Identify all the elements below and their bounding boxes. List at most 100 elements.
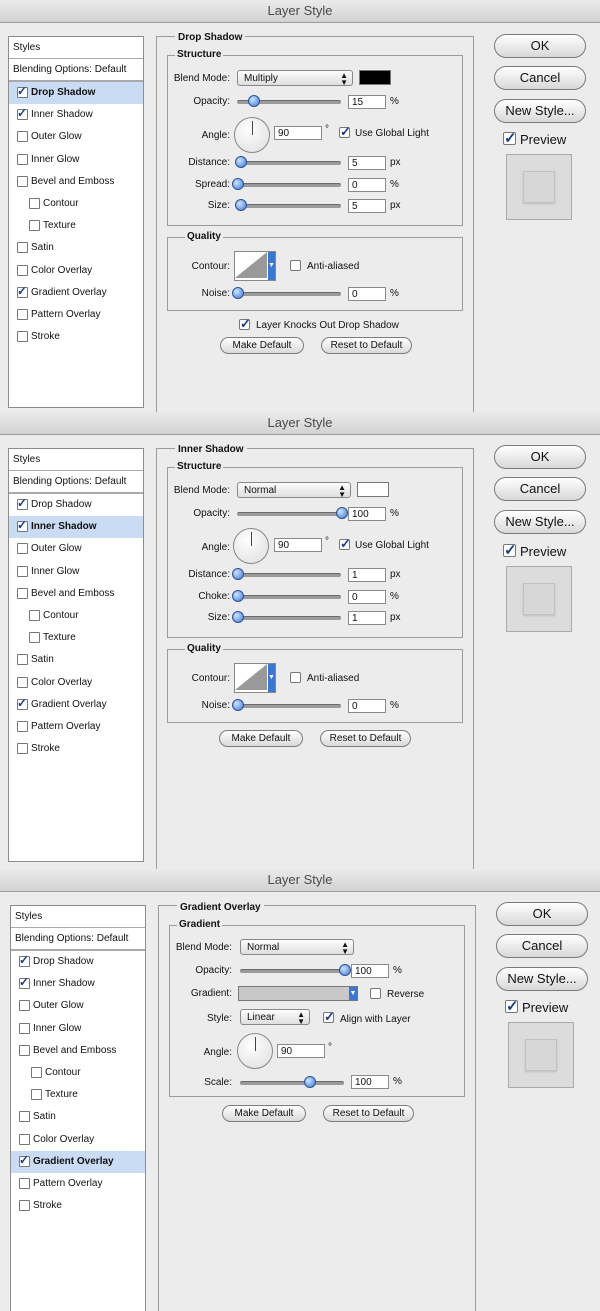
style-item-gradient-overlay[interactable]: ✓ Gradient Overlay bbox=[11, 1150, 145, 1173]
opacity-field[interactable]: 100 bbox=[348, 507, 386, 521]
distance-slider[interactable] bbox=[237, 573, 341, 577]
style-item-color-overlay[interactable]: Color Overlay bbox=[9, 672, 143, 694]
reset-to-default-button[interactable]: Reset to Default bbox=[320, 730, 411, 747]
new-style-button[interactable]: New Style... bbox=[494, 510, 586, 534]
ok-button[interactable]: OK bbox=[496, 902, 588, 926]
style-item-checkbox[interactable] bbox=[31, 1089, 42, 1101]
gradient-picker[interactable]: ▼ bbox=[238, 986, 358, 1001]
style-item-pattern-overlay[interactable]: Pattern Overlay bbox=[9, 716, 143, 738]
style-item-checkbox[interactable] bbox=[19, 1177, 30, 1189]
distance-slider-thumb[interactable] bbox=[235, 156, 248, 168]
cancel-button[interactable]: Cancel bbox=[494, 477, 586, 501]
style-item-checkbox[interactable] bbox=[19, 1044, 30, 1056]
distance-field[interactable]: 1 bbox=[348, 568, 386, 582]
noise-field[interactable]: 0 bbox=[348, 699, 386, 713]
spread-slider[interactable] bbox=[237, 183, 341, 187]
style-item-checkbox[interactable] bbox=[17, 543, 28, 555]
style-item-pattern-overlay[interactable]: Pattern Overlay bbox=[9, 304, 143, 326]
style-item-outer-glow[interactable]: Outer Glow bbox=[11, 995, 145, 1017]
style-item-checkbox[interactable] bbox=[17, 676, 28, 688]
styles-header[interactable]: Styles bbox=[9, 449, 143, 471]
align-with-layer-checkbox[interactable]: ✓ bbox=[323, 1009, 335, 1024]
ok-button[interactable]: OK bbox=[494, 34, 586, 58]
style-item-drop-shadow[interactable]: ✓ Drop Shadow bbox=[9, 82, 143, 105]
style-item-bevel-and-emboss[interactable]: Bevel and Emboss bbox=[11, 1040, 145, 1062]
gradient-dropdown-icon[interactable]: ▼ bbox=[349, 987, 357, 1000]
style-item-checkbox[interactable] bbox=[19, 1000, 30, 1012]
opacity-field[interactable]: 15 bbox=[348, 95, 386, 109]
style-item-stroke[interactable]: Stroke bbox=[9, 738, 143, 760]
reset-to-default-button[interactable]: Reset to Default bbox=[321, 337, 412, 354]
style-item-checkbox[interactable] bbox=[17, 565, 28, 577]
scale-slider[interactable] bbox=[240, 1081, 344, 1085]
style-item-pattern-overlay[interactable]: Pattern Overlay bbox=[11, 1173, 145, 1195]
shadow-color-swatch[interactable] bbox=[359, 70, 391, 85]
style-item-checkbox[interactable] bbox=[17, 331, 28, 343]
opacity-slider-thumb[interactable] bbox=[247, 95, 260, 107]
style-item-checkbox[interactable] bbox=[17, 720, 28, 732]
use-global-light-checkbox[interactable]: ✓ bbox=[339, 536, 351, 551]
size-field[interactable]: 1 bbox=[348, 611, 386, 625]
distance-slider[interactable] bbox=[237, 161, 341, 165]
blending-options-item[interactable]: Blending Options: Default bbox=[9, 59, 143, 82]
style-item-checkbox[interactable] bbox=[29, 609, 40, 621]
style-item-satin[interactable]: Satin bbox=[11, 1106, 145, 1128]
style-item-outer-glow[interactable]: Outer Glow bbox=[9, 126, 143, 148]
blend-mode-select[interactable]: Normal ▲ ▼ bbox=[237, 482, 351, 499]
choke-slider-thumb[interactable] bbox=[232, 590, 244, 602]
style-item-drop-shadow[interactable]: ✓ Drop Shadow bbox=[9, 494, 143, 516]
spread-slider-thumb[interactable] bbox=[232, 178, 244, 190]
size-slider[interactable] bbox=[237, 204, 341, 208]
anti-aliased-checkbox[interactable] bbox=[290, 260, 301, 271]
style-item-outer-glow[interactable]: Outer Glow bbox=[9, 538, 143, 560]
style-item-stroke[interactable]: Stroke bbox=[9, 326, 143, 348]
style-item-texture[interactable]: Texture bbox=[11, 1084, 145, 1106]
opacity-slider-thumb[interactable] bbox=[336, 507, 348, 519]
blending-options-item[interactable]: Blending Options: Default bbox=[11, 928, 145, 951]
angle-field[interactable]: 90 bbox=[277, 1044, 325, 1058]
make-default-button[interactable]: Make Default bbox=[220, 337, 304, 354]
distance-slider-thumb[interactable] bbox=[232, 568, 244, 580]
style-item-checkbox[interactable] bbox=[17, 131, 28, 143]
make-default-button[interactable]: Make Default bbox=[219, 730, 303, 747]
style-item-checkbox[interactable] bbox=[19, 1111, 30, 1123]
opacity-field[interactable]: 100 bbox=[351, 964, 389, 978]
angle-dial[interactable] bbox=[237, 1033, 273, 1069]
style-item-checkbox[interactable] bbox=[19, 1133, 30, 1145]
style-item-drop-shadow[interactable]: ✓ Drop Shadow bbox=[11, 951, 145, 973]
choke-field[interactable]: 0 bbox=[348, 590, 386, 604]
angle-field[interactable]: 90 bbox=[274, 126, 322, 140]
style-item-gradient-overlay[interactable]: ✓ Gradient Overlay bbox=[9, 282, 143, 304]
style-item-color-overlay[interactable]: Color Overlay bbox=[11, 1129, 145, 1151]
style-item-checkbox[interactable] bbox=[29, 632, 40, 644]
style-item-inner-shadow[interactable]: ✓ Inner Shadow bbox=[9, 104, 143, 126]
blend-mode-select[interactable]: Multiply ▲ ▼ bbox=[237, 70, 353, 87]
style-item-checkbox[interactable] bbox=[31, 1066, 42, 1078]
use-global-light-checkbox[interactable]: ✓ bbox=[339, 124, 351, 139]
style-select[interactable]: Linear ▲ ▼ bbox=[240, 1009, 310, 1026]
opacity-slider-thumb[interactable] bbox=[339, 964, 351, 976]
noise-slider[interactable] bbox=[237, 704, 341, 708]
style-item-texture[interactable]: Texture bbox=[9, 215, 143, 237]
size-field[interactable]: 5 bbox=[348, 199, 386, 213]
style-item-color-overlay[interactable]: Color Overlay bbox=[9, 260, 143, 282]
size-slider-thumb[interactable] bbox=[232, 611, 244, 623]
style-item-inner-glow[interactable]: Inner Glow bbox=[11, 1018, 145, 1040]
cancel-button[interactable]: Cancel bbox=[494, 66, 586, 90]
angle-field[interactable]: 90 bbox=[274, 538, 322, 552]
angle-dial[interactable] bbox=[233, 528, 269, 564]
preview-checkbox[interactable]: ✓ bbox=[503, 130, 517, 147]
distance-field[interactable]: 5 bbox=[348, 156, 386, 170]
choke-slider[interactable] bbox=[237, 595, 341, 599]
style-item-bevel-and-emboss[interactable]: Bevel and Emboss bbox=[9, 583, 143, 605]
style-item-checkbox[interactable] bbox=[29, 220, 40, 232]
anti-aliased-checkbox[interactable] bbox=[290, 672, 301, 683]
reverse-checkbox[interactable] bbox=[370, 988, 381, 999]
blend-mode-select[interactable]: Normal ▲ ▼ bbox=[240, 939, 354, 956]
noise-slider[interactable] bbox=[237, 292, 341, 296]
shadow-color-swatch[interactable] bbox=[357, 482, 389, 497]
noise-slider-thumb[interactable] bbox=[232, 699, 244, 711]
contour-dropdown-icon[interactable]: ▼ bbox=[268, 252, 275, 280]
style-item-satin[interactable]: Satin bbox=[9, 649, 143, 671]
style-item-checkbox[interactable] bbox=[19, 1022, 30, 1034]
